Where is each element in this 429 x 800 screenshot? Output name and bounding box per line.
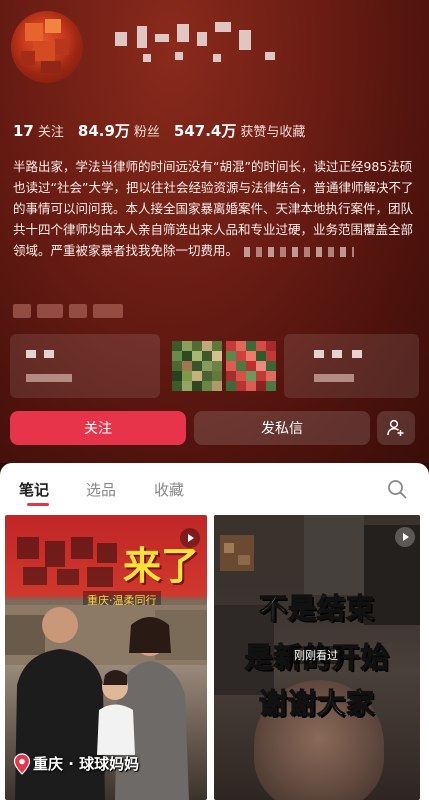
likes-label[interactable]: 获赞与收藏 bbox=[240, 121, 305, 140]
video-icon bbox=[395, 527, 415, 547]
cover-location: 重庆 · 球球妈妈 bbox=[33, 755, 140, 773]
cover-text-line: 谢谢大家 bbox=[258, 686, 375, 720]
following-count[interactable]: 17 bbox=[13, 122, 34, 140]
following-label[interactable]: 关注 bbox=[38, 121, 64, 140]
active-tab-indicator bbox=[27, 503, 49, 506]
location-pin-icon bbox=[13, 753, 31, 775]
bio[interactable]: 半路出家，学法当律师的时间远没有“胡混”的时间长，读过正经985法硕也读过“社会… bbox=[13, 156, 415, 261]
profile-page: 17 关注 84.9万 粉丝 547.4万 获赞与收藏 半路出家，学法当律师的时… bbox=[0, 0, 429, 800]
title-blurred bbox=[17, 537, 122, 591]
followers-label[interactable]: 粉丝 bbox=[134, 121, 160, 140]
note-card[interactable]: 来了 重庆·温柔同行 重庆 · 球球妈妈 bbox=[5, 515, 207, 800]
followers-count[interactable]: 84.9万 bbox=[78, 120, 130, 141]
tab-products[interactable]: 选品 bbox=[86, 479, 116, 500]
search-icon[interactable] bbox=[386, 478, 408, 500]
message-button[interactable]: 发私信 bbox=[194, 411, 370, 445]
content-panel: 笔记 选品 收藏 来了 重庆·温柔同行 重庆 · 球球妈妈 不是结束 是新的开始… bbox=[0, 463, 429, 800]
add-user-icon bbox=[387, 419, 404, 436]
tab-favorites[interactable]: 收藏 bbox=[154, 479, 184, 500]
feature-thumbnail[interactable] bbox=[226, 341, 276, 391]
follow-button[interactable]: 关注 bbox=[10, 411, 186, 445]
add-friend-button[interactable] bbox=[377, 411, 415, 445]
feature-card[interactable] bbox=[284, 334, 419, 398]
bio-blurred-tail bbox=[244, 246, 355, 257]
cover-text-line: 不是结束 bbox=[258, 591, 375, 625]
profile-stats: 17 关注 84.9万 粉丝 547.4万 获赞与收藏 bbox=[13, 120, 319, 141]
avatar[interactable] bbox=[11, 11, 83, 83]
feature-thumbnail[interactable] bbox=[172, 341, 222, 391]
tab-notes[interactable]: 笔记 bbox=[19, 479, 49, 500]
bio-text: 半路出家，学法当律师的时间远没有“胡混”的时间长，读过正经985法硕也读过“社会… bbox=[13, 159, 414, 258]
tab-bar: 笔记 选品 收藏 bbox=[0, 463, 429, 509]
note-card[interactable]: 不是结束 是新的开始 谢谢大家 刚刚看过 bbox=[214, 515, 420, 800]
recently-viewed-badge: 刚刚看过 bbox=[289, 646, 343, 664]
feature-card[interactable] bbox=[10, 334, 160, 398]
profile-tags-blurred bbox=[13, 302, 133, 322]
username-blurred bbox=[115, 18, 305, 64]
video-icon bbox=[180, 528, 200, 548]
profile-header: 17 关注 84.9万 粉丝 547.4万 获赞与收藏 半路出家，学法当律师的时… bbox=[0, 0, 429, 463]
likes-count[interactable]: 547.4万 bbox=[174, 120, 236, 141]
